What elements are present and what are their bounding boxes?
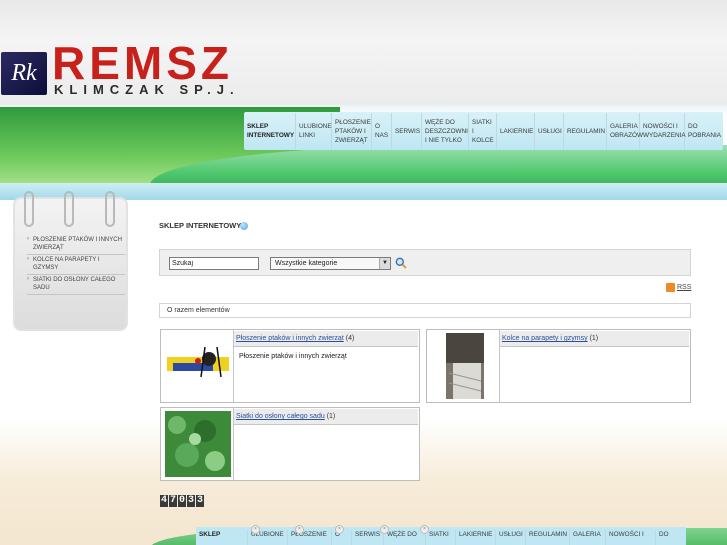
nav-item-serwis[interactable]: SERWIS: [392, 113, 422, 149]
card-header: Siatki do osłony całego sadu (1): [234, 409, 418, 425]
nav-item-do-pobrania[interactable]: DO POBRANIA: [685, 113, 723, 149]
header: Rk REMSZ KLIMCZAK SP.J.: [0, 0, 727, 105]
top-nav: SKLEP INTERNETOWY ULUBIONE LINKI PŁOSZEN…: [244, 112, 723, 150]
chevron-down-icon: ▼: [379, 258, 390, 269]
bottom-nav-do[interactable]: DO: [656, 530, 686, 545]
bottom-nav-weze[interactable]: WĘŻE DO: [384, 530, 426, 545]
card-title-link[interactable]: Płoszenie ptaków i innych zwierząt: [236, 335, 344, 342]
counter-digit: 7: [169, 495, 177, 507]
orchard-net-image[interactable]: [165, 411, 231, 477]
nav-item-weze[interactable]: WĘŻE DO DESZCZOWNI I NIE TYLKO: [422, 113, 469, 149]
nav-item-nowosci[interactable]: NOWOŚCI I WYDARZENIA: [640, 113, 686, 149]
close-icon: ×: [335, 525, 344, 534]
logo-subtitle: KLIMCZAK SP.J.: [54, 82, 240, 97]
item-count-text: O razem elementów: [167, 307, 230, 314]
logo-badge-text: Rk: [11, 60, 37, 86]
category-select[interactable]: Wszystkie kategorie ▼: [270, 257, 391, 270]
counter-digit: 3: [187, 495, 195, 507]
card-count: (4): [345, 335, 355, 342]
category-card: Kolce na parapety i gzymsy (1): [426, 329, 691, 403]
card-header: Kolce na parapety i gzymsy (1): [500, 331, 689, 347]
category-card: Siatki do osłony całego sadu (1): [160, 407, 420, 481]
close-icon: ×: [420, 525, 429, 534]
rss-label: RSS: [677, 284, 692, 291]
rss-link[interactable]: RSS: [666, 283, 691, 292]
bottom-nav-sklep[interactable]: SKLEP: [196, 530, 248, 545]
bottom-nav-regulamin[interactable]: REGULAMIN: [526, 530, 570, 545]
category-select-value: Wszystkie kategorie: [275, 260, 338, 267]
category-item-ploszenie[interactable]: PŁOSZENIE PTAKÓW I INNYCH ZWIERZĄT: [27, 235, 125, 255]
category-item-kolce[interactable]: KOLCE NA PARAPETY I GZYMSY: [27, 255, 125, 275]
bird-scarer-image[interactable]: [165, 333, 231, 399]
card-header: Płoszenie ptaków i innych zwierząt (4): [234, 331, 418, 347]
card-title-link[interactable]: Kolce na parapety i gzymsy: [502, 335, 588, 342]
nav-item-galeria[interactable]: GALERIA OBRAZÓW: [607, 113, 643, 149]
bottom-nav-nowosci[interactable]: NOWOŚCI I: [606, 530, 656, 545]
notebook-ring-icon: [24, 191, 34, 227]
bottom-nav-ploszenie[interactable]: PŁOSZENIE: [288, 530, 332, 545]
counter-digit: 4: [160, 495, 168, 507]
bottom-nav: SKLEP ULUBIONE PŁOSZENIE O SERWIS WĘŻE D…: [196, 527, 686, 545]
nav-item-ploszenie[interactable]: PŁOSZENIE PTAKÓW I ZWIERZĄT: [332, 113, 372, 149]
nav-item-regulamin[interactable]: REGULAMIN: [564, 113, 607, 149]
bottom-nav-serwis[interactable]: SERWIS: [352, 530, 384, 545]
notebook-ring-icon: [64, 191, 74, 227]
card-title-link[interactable]: Siatki do osłony całego sadu: [236, 413, 325, 420]
category-item-siatki[interactable]: SIATKI DO OSŁONY CAŁEGO SADU: [27, 275, 125, 295]
notebook-ring-icon: [105, 191, 115, 227]
visit-counter: 4 7 0 3 3: [160, 495, 204, 507]
search-input[interactable]: [169, 257, 259, 270]
nav-item-o-nas[interactable]: O NAS: [372, 113, 392, 149]
bullet-icon: [240, 222, 248, 230]
category-card: Płoszenie ptaków i innych zwierząt (4) P…: [160, 329, 420, 403]
counter-digit: 3: [196, 495, 204, 507]
spikes-image[interactable]: [431, 333, 497, 399]
card-count: (1): [589, 335, 599, 342]
close-icon: ×: [295, 525, 304, 534]
close-icon: ×: [380, 525, 389, 534]
item-count-bar: O razem elementów: [159, 303, 691, 318]
bottom-nav-siatki[interactable]: SIATKI: [426, 530, 456, 545]
bottom-nav-lakiernie[interactable]: LAKIERNIE: [456, 530, 496, 545]
nav-item-siatki[interactable]: SIATKI I KOLCE: [469, 113, 497, 149]
logo-badge[interactable]: Rk: [1, 52, 47, 95]
card-description: Płoszenie ptaków i innych zwierząt: [239, 353, 347, 360]
nav-item-sklep[interactable]: SKLEP INTERNETOWY: [244, 113, 296, 149]
counter-digit: 0: [178, 495, 186, 507]
bottom-nav-uslugi[interactable]: USŁUGI: [496, 530, 526, 545]
logo-name[interactable]: REMSZ: [52, 40, 233, 86]
bottom-nav-galeria[interactable]: GALERIA: [570, 530, 606, 545]
close-icon: ×: [251, 525, 260, 534]
nav-item-uslugi[interactable]: USŁUGI: [535, 113, 564, 149]
search-icon[interactable]: [395, 257, 407, 269]
card-count: (1): [326, 413, 336, 420]
rss-icon: [666, 283, 675, 292]
category-list: PŁOSZENIE PTAKÓW I INNYCH ZWIERZĄT KOLCE…: [27, 235, 125, 295]
page-title: SKLEP INTERNETOWY: [159, 221, 242, 230]
nav-item-lakiernie[interactable]: LAKIERNIE: [497, 113, 535, 149]
nav-item-ulubione[interactable]: ULUBIONE LINKI: [296, 113, 332, 149]
